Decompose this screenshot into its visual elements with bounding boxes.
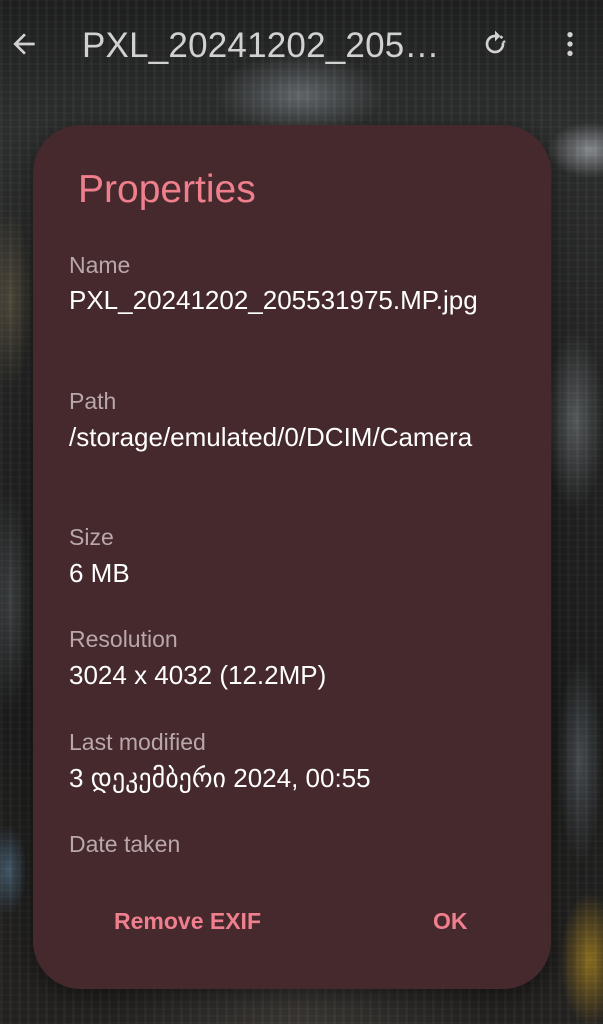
- remove-exif-button[interactable]: Remove EXIF: [114, 903, 261, 939]
- dialog-title: Properties: [78, 168, 256, 211]
- size-label: Size: [69, 524, 114, 550]
- ok-button[interactable]: OK: [433, 903, 468, 939]
- last-modified-label: Last modified: [69, 729, 206, 755]
- size-value: 6 MB: [69, 558, 130, 588]
- name-label: Name: [69, 252, 131, 278]
- resolution-value: 3024 x 4032 (12.2MP): [69, 660, 327, 690]
- properties-dialog: Properties Name PXL_20241202_205531975.M…: [33, 125, 551, 989]
- name-value: PXL_20241202_205531975.MP.jpg: [69, 285, 478, 315]
- path-value: /storage/emulated/0/DCIM/Camera: [69, 422, 473, 452]
- resolution-label: Resolution: [69, 626, 178, 652]
- date-taken-label: Date taken: [69, 831, 181, 857]
- last-modified-value: 3 დეკემბერი 2024, 00:55: [69, 763, 371, 793]
- path-label: Path: [69, 388, 117, 414]
